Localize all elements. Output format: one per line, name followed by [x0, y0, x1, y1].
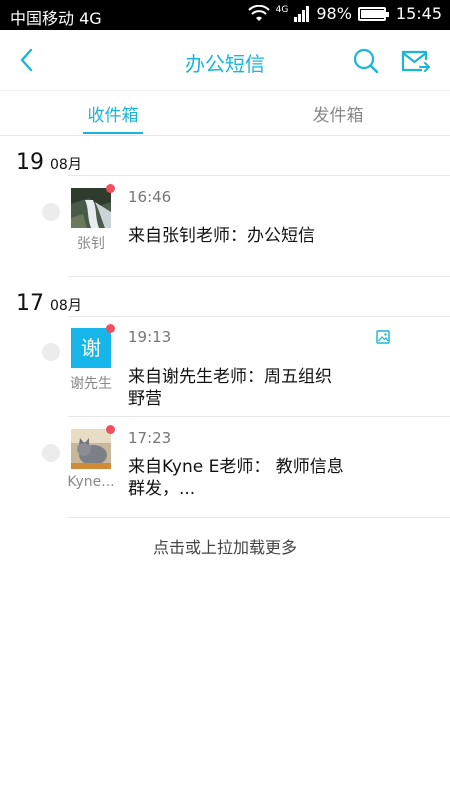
- message-item[interactable]: Kyne... 17:23 来自Kyne E老师： 教师信息群发，...: [0, 417, 450, 517]
- carrier-label: 中国移动 4G: [10, 9, 102, 28]
- status-right: 4G 98% 15:45: [247, 4, 442, 23]
- date-day: 19: [16, 150, 44, 175]
- message-subject: 来自Kyne E老师： 教师信息群发，...: [128, 457, 344, 499]
- message-time: 17:23: [128, 429, 172, 447]
- app-header: 办公短信: [0, 30, 450, 90]
- message-subject: 来自谢先生老师：周五组织野营: [128, 367, 332, 409]
- search-icon[interactable]: [352, 47, 380, 75]
- compose-mail-icon[interactable]: [400, 47, 430, 75]
- wifi-icon: [247, 4, 270, 21]
- message-item[interactable]: 谢 谢先生 19:13 来自谢先生老师：周五组织野营: [0, 317, 450, 417]
- select-radio[interactable]: [42, 203, 60, 221]
- message-subject: 来自张钊老师：办公短信: [128, 226, 315, 246]
- load-more-button[interactable]: 点击或上拉加载更多: [0, 534, 450, 558]
- unread-dot: [106, 425, 115, 434]
- waterfall-photo-icon: [71, 188, 111, 228]
- tab-inbox[interactable]: 收件箱: [63, 101, 163, 126]
- sender-name: 张钊: [77, 236, 105, 252]
- battery-fill: [360, 9, 385, 18]
- status-bar: 中国移动 4G 4G 98% 15:45: [0, 0, 450, 30]
- battery-icon: [357, 6, 389, 21]
- network-label: 4G: [275, 5, 289, 15]
- select-radio[interactable]: [42, 343, 60, 361]
- tab-outbox[interactable]: 发件箱: [288, 101, 388, 126]
- date-day: 17: [16, 291, 44, 316]
- message-time: 16:46: [128, 188, 172, 206]
- image-attachment-icon: [376, 330, 390, 344]
- page-title: 办公短信: [185, 52, 265, 76]
- active-tab-indicator: [83, 132, 143, 134]
- mailbox-tabs: 收件箱 发件箱: [0, 90, 450, 136]
- divider: [68, 276, 450, 277]
- unread-dot: [106, 184, 115, 193]
- unread-dot: [106, 324, 115, 333]
- avatar: 谢: [71, 324, 115, 368]
- avatar-initial: 谢: [81, 336, 101, 360]
- clock: 15:45: [395, 4, 442, 23]
- signal-icon: [294, 5, 310, 22]
- avatar: [71, 184, 115, 228]
- select-radio[interactable]: [42, 444, 60, 462]
- message-item[interactable]: 张钊 16:46 来自张钊老师：办公短信: [0, 176, 450, 276]
- sender-name: 谢先生: [70, 376, 112, 392]
- divider: [68, 517, 450, 518]
- sender-name: Kyne...: [67, 474, 115, 490]
- battery-percent: 98%: [316, 4, 352, 23]
- avatar: [71, 425, 115, 469]
- message-time: 19:13: [128, 328, 172, 346]
- date-month: 08月: [50, 298, 82, 314]
- cat-photo-icon: [71, 429, 111, 469]
- date-month: 08月: [50, 157, 82, 173]
